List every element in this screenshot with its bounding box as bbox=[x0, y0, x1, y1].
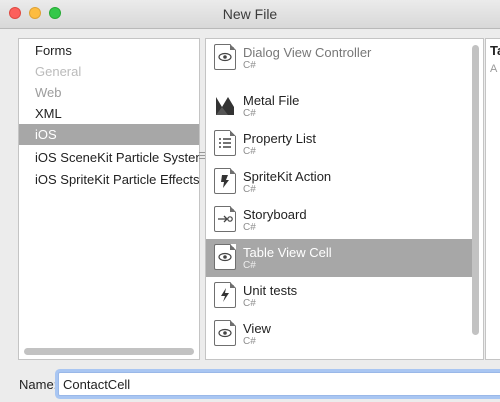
template-name: Dialog View Controller bbox=[243, 45, 372, 60]
category-item[interactable]: XML bbox=[19, 103, 199, 124]
template-item[interactable]: View C# bbox=[206, 315, 474, 353]
category-label: iOS SpriteKit Particle Effects bbox=[35, 172, 200, 187]
template-language: C# bbox=[243, 222, 256, 233]
new-file-dialog: New File Forms General Web XML iOS iOS S… bbox=[0, 0, 500, 402]
template-item-selected[interactable]: Table View Cell C# bbox=[206, 239, 474, 277]
title-bar: New File bbox=[0, 0, 500, 29]
vertical-scrollbar[interactable] bbox=[472, 45, 479, 335]
template-name: Unit tests bbox=[243, 283, 298, 298]
template-list: Dialog View Controller C# Metal File C# … bbox=[205, 38, 484, 360]
template-item[interactable]: Unit tests C# bbox=[206, 277, 474, 315]
bolt-icon bbox=[214, 282, 236, 308]
template-language: C# bbox=[243, 146, 256, 157]
metal-icon bbox=[214, 92, 236, 118]
category-label: XML bbox=[35, 106, 62, 121]
template-name: SpriteKit Action bbox=[243, 169, 332, 184]
template-name: Table View Cell bbox=[243, 245, 332, 260]
horizontal-scrollbar[interactable] bbox=[24, 348, 194, 355]
template-language: C# bbox=[243, 260, 256, 271]
template-item[interactable]: SpriteKit Action C# bbox=[206, 163, 474, 201]
category-item[interactable]: iOS SceneKit Particle Systems bbox=[19, 147, 199, 168]
template-name: View bbox=[243, 321, 271, 336]
category-label: Forms bbox=[35, 43, 72, 58]
file-name-input[interactable] bbox=[58, 372, 500, 396]
eye-icon bbox=[214, 320, 236, 346]
sprite-icon bbox=[214, 168, 236, 194]
list-icon bbox=[214, 130, 236, 156]
template-item[interactable]: Metal File C# bbox=[206, 87, 474, 125]
template-name: Storyboard bbox=[243, 207, 307, 222]
category-item[interactable]: Web bbox=[19, 82, 199, 103]
template-item[interactable]: Property List C# bbox=[206, 125, 474, 163]
template-item[interactable]: Storyboard C# bbox=[206, 201, 474, 239]
template-language: C# bbox=[243, 298, 256, 309]
category-item[interactable]: Forms bbox=[19, 40, 199, 61]
eye-icon bbox=[214, 44, 236, 70]
category-item[interactable]: General bbox=[19, 61, 199, 82]
template-details-panel: Ta A bbox=[485, 38, 500, 360]
category-item[interactable]: iOS SpriteKit Particle Effects bbox=[19, 169, 199, 190]
eye-icon bbox=[214, 244, 236, 270]
template-language: C# bbox=[243, 108, 256, 119]
template-language: C# bbox=[243, 184, 256, 195]
storyboard-icon bbox=[214, 206, 236, 232]
category-list: Forms General Web XML iOS iOS SceneKit P… bbox=[18, 38, 200, 360]
category-label: General bbox=[35, 64, 82, 79]
template-name: Metal File bbox=[243, 93, 300, 108]
template-language: C# bbox=[243, 60, 256, 71]
category-label: Web bbox=[35, 85, 62, 100]
name-label: Name: bbox=[19, 377, 58, 392]
window-title: New File bbox=[222, 6, 278, 22]
details-heading: Ta bbox=[490, 43, 500, 58]
category-label: iOS SceneKit Particle Systems bbox=[35, 150, 200, 165]
template-name: Property List bbox=[243, 131, 316, 146]
category-label: iOS bbox=[35, 127, 57, 142]
template-language: C# bbox=[243, 336, 256, 347]
template-item[interactable]: Dialog View Controller C# bbox=[206, 39, 474, 77]
category-item-selected[interactable]: iOS bbox=[19, 124, 199, 145]
details-description: A bbox=[490, 63, 498, 75]
